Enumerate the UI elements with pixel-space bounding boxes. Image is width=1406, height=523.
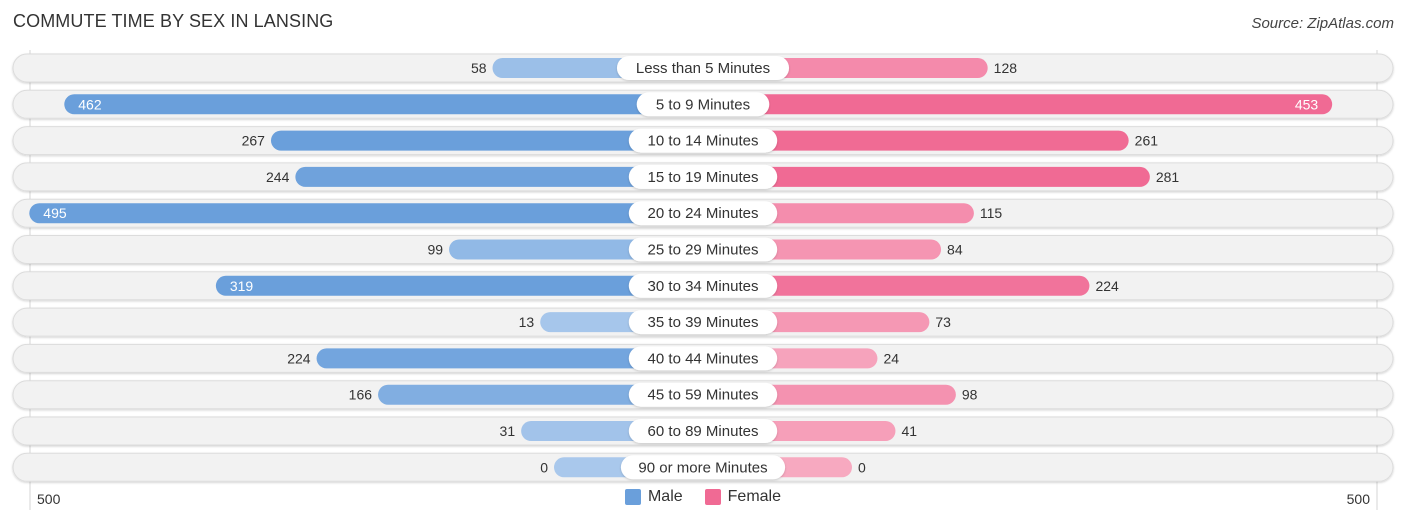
bar-male[interactable] <box>29 203 704 224</box>
chart-row: 224 24 40 to 44 Minutes <box>12 343 1394 373</box>
value-label-male: 13 <box>519 314 535 330</box>
category-label: 40 to 44 Minutes <box>648 350 759 367</box>
bar-male[interactable] <box>64 94 703 115</box>
legend-item-female[interactable]: Female <box>704 488 782 506</box>
value-label-male: 0 <box>540 459 548 475</box>
category-label: 35 to 39 Minutes <box>648 314 759 331</box>
legend-swatch-male <box>624 489 641 505</box>
chart-row: 495 115 20 to 24 Minutes <box>12 198 1394 228</box>
value-label-male: 244 <box>266 169 290 185</box>
value-label-female: 73 <box>935 314 951 330</box>
value-label-female: 115 <box>980 205 1003 221</box>
chart-row: 0 0 90 or more Minutes <box>12 452 1394 482</box>
value-label-female: 453 <box>1295 96 1319 112</box>
value-label-female: 84 <box>947 242 963 258</box>
value-label-female: 281 <box>1156 169 1180 185</box>
category-label: 30 to 34 Minutes <box>648 278 759 295</box>
chart-row: 31 41 60 to 89 Minutes <box>12 416 1394 446</box>
chart-row: 244 281 15 to 19 Minutes <box>12 162 1394 192</box>
chart-row: 99 84 25 to 29 Minutes <box>12 235 1394 264</box>
value-label-male: 58 <box>471 60 487 76</box>
value-label-male: 224 <box>287 350 311 366</box>
value-label-male: 319 <box>230 278 254 294</box>
legend-item-male[interactable]: Male <box>624 488 683 506</box>
value-label-male: 166 <box>349 387 373 403</box>
value-label-female: 98 <box>962 387 978 403</box>
chart-row: 267 261 10 to 14 Minutes <box>12 126 1394 156</box>
category-label: Less than 5 Minutes <box>636 60 770 77</box>
chart-row: 319 224 30 to 34 Minutes <box>12 271 1394 301</box>
value-label-female: 41 <box>901 423 917 439</box>
category-label: 20 to 24 Minutes <box>648 205 759 222</box>
value-label-male: 495 <box>43 205 67 221</box>
legend: Male Female <box>0 488 1406 506</box>
value-label-female: 128 <box>994 60 1018 76</box>
value-label-male: 31 <box>500 423 516 439</box>
category-label: 5 to 9 Minutes <box>656 96 750 113</box>
value-label-male: 99 <box>427 242 443 258</box>
chart-area: 58 128 Less than 5 Minutes 462 453 5 to 9 Min… <box>12 50 1394 510</box>
legend-label-male: Male <box>647 488 683 505</box>
category-label: 10 to 14 Minutes <box>648 133 759 150</box>
category-label: 90 or more Minutes <box>638 459 767 476</box>
chart-row: 462 453 5 to 9 Minutes <box>12 89 1394 119</box>
value-label-male: 462 <box>78 96 102 112</box>
chart-row: 58 128 Less than 5 Minutes <box>12 53 1394 83</box>
category-label: 15 to 19 Minutes <box>648 169 759 186</box>
legend-swatch-female <box>704 489 721 505</box>
value-label-female: 261 <box>1135 133 1159 149</box>
value-label-female: 0 <box>858 459 866 475</box>
chart-row: 13 73 35 to 39 Minutes <box>12 307 1394 337</box>
category-label: 45 to 59 Minutes <box>648 387 759 404</box>
category-label: 25 to 29 Minutes <box>648 242 759 259</box>
value-label-male: 267 <box>242 133 266 149</box>
value-label-female: 224 <box>1095 278 1119 294</box>
legend-label-female: Female <box>727 488 782 505</box>
bar-female[interactable] <box>703 94 1333 115</box>
value-label-female: 24 <box>883 350 899 366</box>
chart-row: 166 98 45 to 59 Minutes <box>12 380 1394 410</box>
category-label: 60 to 89 Minutes <box>648 423 759 440</box>
